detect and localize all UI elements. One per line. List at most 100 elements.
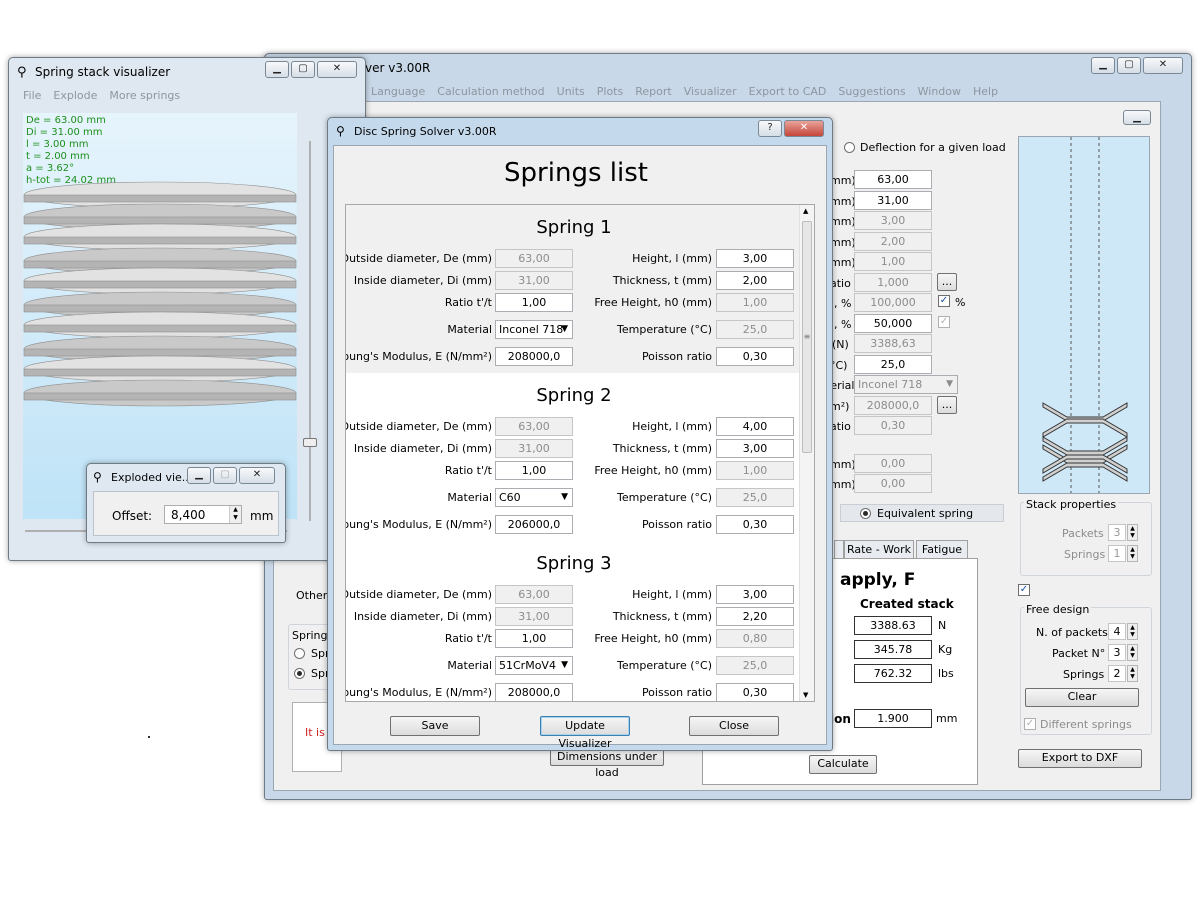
close-button[interactable]: ✕ — [1143, 57, 1183, 74]
save-button[interactable]: Save — [390, 716, 480, 736]
inside-diameter-label: Inside diameter, Di (mm) — [353, 442, 492, 455]
menu-units[interactable]: Units — [557, 85, 585, 98]
tab-rate-work[interactable]: Rate - Work — [844, 540, 914, 558]
spinner-arrows-icon[interactable]: ▲ ▼ — [1127, 665, 1138, 682]
youngs-modulus-field[interactable]: 208000,0 — [495, 347, 573, 366]
deflection-radio[interactable] — [844, 142, 855, 153]
disc-spring-edge — [23, 216, 297, 225]
main-menubar: Language Calculation method Units Plots … — [371, 85, 998, 98]
free-design-checkbox[interactable]: ✓ — [1018, 584, 1030, 596]
youngs-modulus-field[interactable]: 208000,0 — [495, 683, 573, 701]
youngs-modulus-field[interactable]: 206000,0 — [495, 515, 573, 534]
menu-report[interactable]: Report — [635, 85, 671, 98]
chevron-down-icon[interactable]: ▼ — [561, 321, 568, 338]
menu-language[interactable]: Language — [371, 85, 425, 98]
clear-button[interactable]: Clear — [1025, 688, 1139, 707]
scroll-up-arrow-icon[interactable]: ▲ — [803, 207, 808, 215]
ratio-field[interactable]: 1,00 — [495, 293, 573, 312]
temperature-field[interactable]: 25,0 — [854, 355, 932, 374]
exploded-minimize-button[interactable]: ▁ — [187, 467, 211, 484]
free-packets-spinner[interactable]: 4 ▲ ▼ — [1108, 623, 1138, 640]
outside-diameter-label: Outside diameter, De (mm) — [345, 588, 492, 601]
thickness-field[interactable]: 2,00 — [716, 271, 794, 290]
free-springs-spinner[interactable]: 2 ▲ ▼ — [1108, 665, 1138, 682]
scroll-down-arrow-icon[interactable]: ▼ — [803, 691, 808, 699]
main-window-title: ver v3.00R — [365, 61, 431, 75]
material-combo[interactable]: Inconel 718 ▼ — [495, 320, 573, 339]
poisson-ratio-field[interactable]: 0,30 — [716, 515, 794, 534]
dialog-title: Disc Spring Solver v3.00R — [354, 125, 497, 138]
exploded-maximize-button[interactable]: ▢ — [213, 467, 237, 484]
field-label-8: , % — [834, 318, 852, 331]
spinner-arrows-icon[interactable]: ▲ ▼ — [1127, 623, 1138, 640]
deflection-pct-checkbox[interactable]: ✓ — [938, 295, 950, 307]
deflection-value-field[interactable]: 50,000 — [854, 314, 932, 333]
youngs-modulus-field: 208000,0 — [854, 396, 932, 415]
visualizer-app-icon: ⚲ — [17, 65, 27, 80]
menu-calculation-method[interactable]: Calculation method — [437, 85, 544, 98]
poisson-ratio-field[interactable]: 0,30 — [716, 683, 794, 701]
ratio-more-button[interactable]: ... — [937, 273, 957, 291]
material-label: Material — [447, 323, 492, 336]
material-combo[interactable]: Inconel 718 ▼ — [854, 375, 958, 394]
free-packets-value[interactable]: 4 — [1108, 623, 1126, 640]
tab-fatigue[interactable]: Fatigue — [916, 540, 968, 558]
de-field[interactable]: 63,00 — [854, 170, 932, 189]
poisson-ratio-field[interactable]: 0,30 — [716, 347, 794, 366]
ratio-field[interactable]: 1,00 — [495, 629, 573, 648]
spinner-arrows-icon[interactable]: ▲ ▼ — [1127, 644, 1138, 661]
export-dxf-button[interactable]: Export to DXF — [1018, 749, 1142, 768]
tab-partial[interactable] — [834, 540, 844, 558]
ratio-field[interactable]: 1,00 — [495, 461, 573, 480]
update-visualizer-button[interactable]: Update Visualizer — [540, 716, 630, 750]
temperature-field: 25,0 — [716, 488, 794, 507]
visualizer-menu-more-springs[interactable]: More springs — [109, 89, 180, 102]
modulus-more-button[interactable]: ... — [937, 396, 957, 414]
height-field[interactable]: 3,00 — [716, 585, 794, 604]
menu-window[interactable]: Window — [918, 85, 961, 98]
material-combo[interactable]: 51CrMoV4 ▼ — [495, 656, 573, 675]
menu-plots[interactable]: Plots — [597, 85, 623, 98]
packet-no-spinner[interactable]: 3 ▲ ▼ — [1108, 644, 1138, 661]
thickness-field[interactable]: 3,00 — [716, 439, 794, 458]
visualizer-close-button[interactable]: ✕ — [317, 61, 357, 78]
spring-type-radio-1[interactable] — [294, 648, 305, 659]
chevron-down-icon[interactable]: ▼ — [561, 489, 568, 506]
height-field[interactable]: 4,00 — [716, 417, 794, 436]
vertical-scrollbar[interactable]: ▲ ≡ ▼ — [799, 205, 814, 701]
mdi-minimize-button[interactable]: ▁ — [1123, 110, 1151, 125]
visualizer-vscroll[interactable] — [303, 113, 317, 543]
menu-visualizer[interactable]: Visualizer — [684, 85, 737, 98]
offset-spinner[interactable]: 8,400 ▲ ▼ — [164, 505, 242, 524]
calculate-button[interactable]: Calculate — [809, 755, 877, 774]
minimize-button[interactable]: ▁ — [1091, 57, 1115, 74]
height-field[interactable]: 3,00 — [716, 249, 794, 268]
disc-spring-edge — [23, 368, 297, 377]
scroll-thumb[interactable]: ≡ — [802, 221, 812, 453]
close-dialog-button[interactable]: Close — [689, 716, 779, 736]
chevron-down-icon[interactable]: ▼ — [561, 657, 568, 674]
equivalent-spring-radio[interactable] — [860, 508, 871, 519]
packet-no-value[interactable]: 3 — [1108, 644, 1126, 661]
visualizer-slider-thumb[interactable] — [303, 438, 317, 447]
maximize-button[interactable]: ▢ — [1117, 57, 1141, 74]
menu-export-to-cad[interactable]: Export to CAD — [749, 85, 827, 98]
visualizer-menu-explode[interactable]: Explode — [53, 89, 97, 102]
menu-help[interactable]: Help — [973, 85, 998, 98]
visualizer-menu-file[interactable]: File — [23, 89, 41, 102]
free-springs-value[interactable]: 2 — [1108, 665, 1126, 682]
dialog-close-button[interactable]: ✕ — [784, 120, 824, 137]
visualizer-minimize-button[interactable]: ▁ — [265, 61, 289, 78]
menu-suggestions[interactable]: Suggestions — [838, 85, 905, 98]
spring-type-radio-2[interactable] — [294, 668, 305, 679]
exploded-close-button[interactable]: ✕ — [239, 467, 275, 484]
offset-value[interactable]: 8,400 — [171, 508, 205, 522]
spinner-arrows-icon[interactable]: ▲ ▼ — [229, 506, 241, 523]
dialog-help-button[interactable]: ? — [758, 120, 782, 137]
field-label-7: , % — [834, 297, 852, 310]
material-combo[interactable]: C60 ▼ — [495, 488, 573, 507]
di-field[interactable]: 31,00 — [854, 191, 932, 210]
visualizer-maximize-button[interactable]: ▢ — [291, 61, 315, 78]
outside-diameter-label: Outside diameter, De (mm) — [345, 252, 492, 265]
thickness-field[interactable]: 2,20 — [716, 607, 794, 626]
